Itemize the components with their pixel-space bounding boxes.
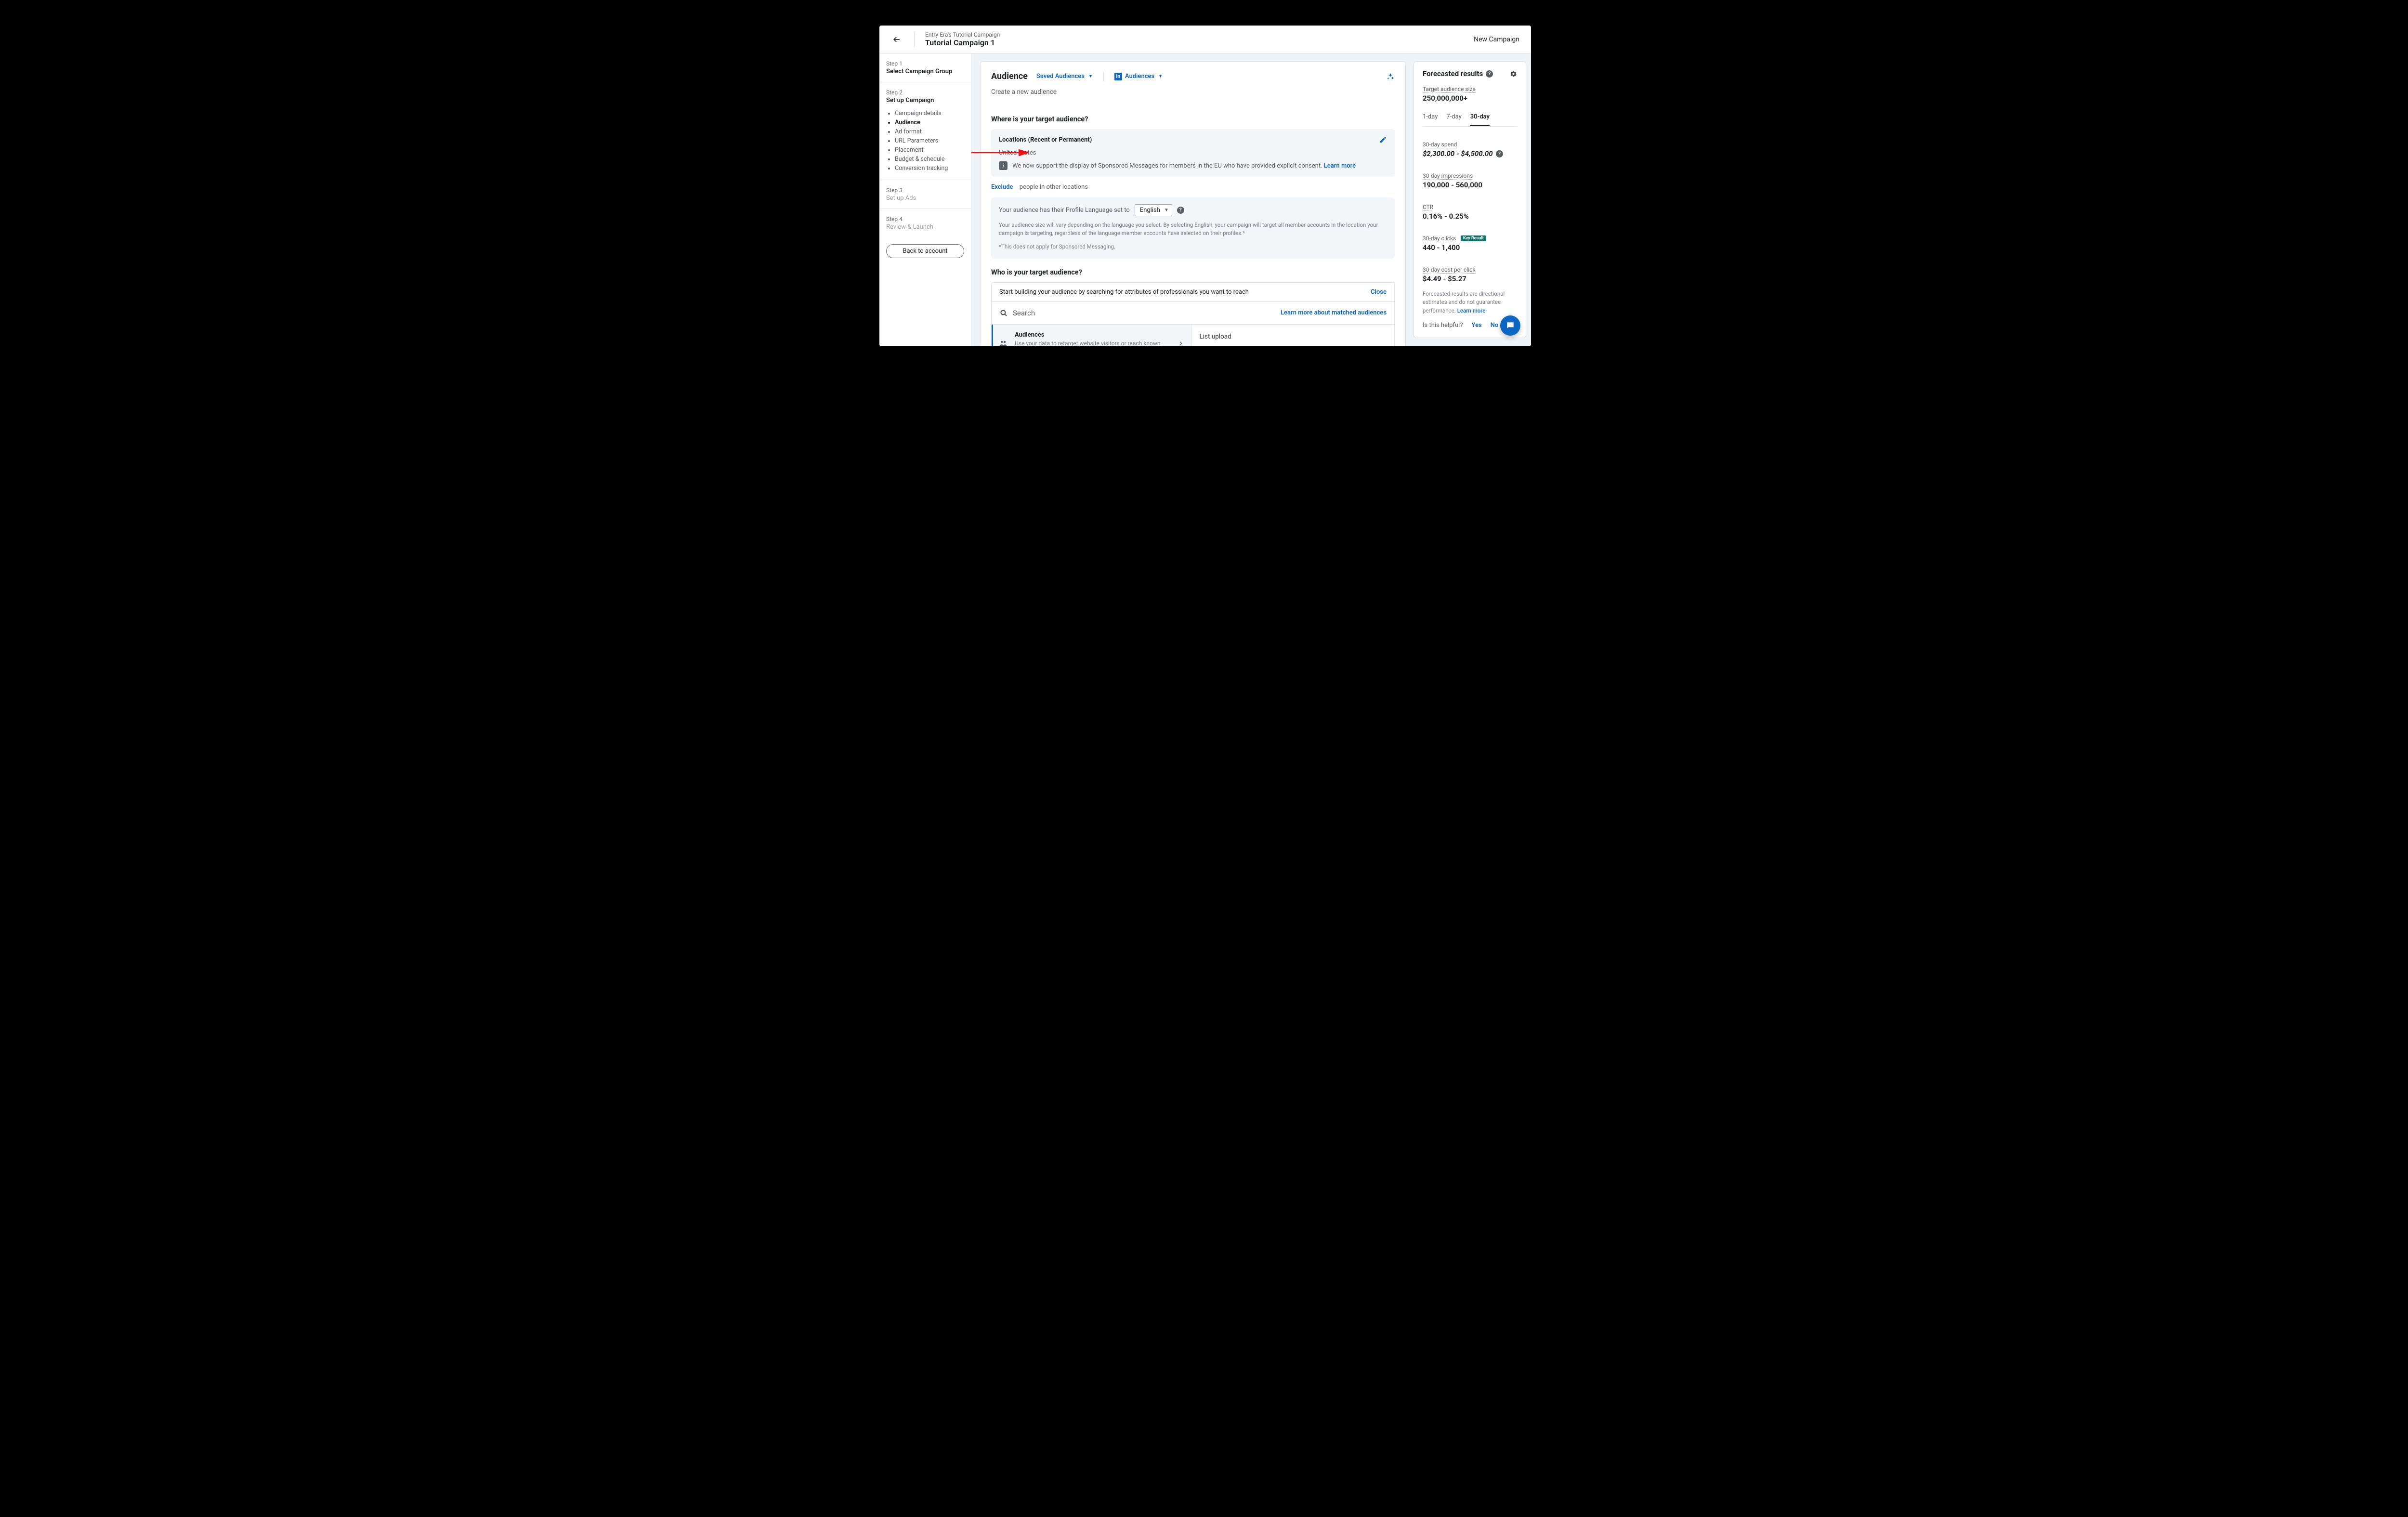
tab-7-day[interactable]: 7-day	[1446, 110, 1461, 126]
step-title: Set up Campaign	[886, 97, 964, 104]
page-title: Tutorial Campaign 1	[925, 38, 1000, 47]
gear-icon[interactable]	[1510, 70, 1517, 78]
impressions-label: 30-day impressions	[1423, 172, 1473, 180]
search-placeholder: Search	[1013, 309, 1035, 317]
helpful-yes[interactable]: Yes	[1471, 322, 1481, 329]
selector-audiences[interactable]: Audiences Use your data to retarget webs…	[992, 325, 1191, 346]
sidebar-step-2: Step 2 Set up Campaign Campaign details …	[879, 82, 971, 180]
step-label: Step 3	[886, 187, 964, 194]
step-label: Step 4	[886, 216, 964, 222]
who-lead-text: Start building your audience by searchin…	[999, 288, 1249, 296]
spend-value: $2,300.00 - $4,500.00 ?	[1423, 149, 1517, 158]
sparkle-icon[interactable]	[1386, 72, 1395, 81]
breadcrumb-campaign-group: Entry Era's Tutorial Campaign	[925, 31, 1000, 38]
tab-30-day[interactable]: 30-day	[1470, 110, 1490, 126]
header-divider	[914, 32, 915, 47]
locations-info-text: We now support the display of Sponsored …	[1012, 162, 1356, 170]
sidebar-item-audience[interactable]: Audience	[895, 118, 964, 127]
divider	[1103, 72, 1104, 81]
chevron-down-icon: ▼	[1164, 208, 1169, 213]
forecast-panel: Forecasted results ? Target audience siz…	[1413, 61, 1526, 346]
main-content: Audience Saved Audiences▼ in Audiences▼	[971, 53, 1413, 346]
clicks-label: 30-day clicks	[1423, 235, 1456, 242]
impressions-value: 190,000 - 560,000	[1423, 181, 1517, 189]
step-title: Review & Launch	[886, 223, 964, 231]
sidebar-item-conversion-tracking[interactable]: Conversion tracking	[895, 164, 964, 173]
back-to-account-button[interactable]: Back to account	[886, 244, 964, 258]
sidebar-step-1[interactable]: Step 1 Select Campaign Group	[879, 53, 971, 82]
chevron-down-icon: ▼	[1158, 74, 1163, 79]
step-label: Step 1	[886, 60, 964, 67]
locations-label: Locations (Recent or Permanent)	[999, 136, 1092, 144]
spend-label: 30-day spend	[1423, 141, 1457, 148]
forecast-footnote: Forecasted results are directional estim…	[1423, 290, 1517, 315]
cpc-value: $4.49 - $5.27	[1423, 275, 1517, 283]
sidebar: Step 1 Select Campaign Group Step 2 Set …	[879, 53, 971, 346]
sidebar-item-campaign-details[interactable]: Campaign details	[895, 109, 964, 118]
chevron-right-icon	[1178, 340, 1183, 346]
sidebar-step-4[interactable]: Step 4 Review & Launch	[879, 209, 971, 237]
language-note-1: Your audience size will vary depending o…	[999, 221, 1387, 238]
step-title: Set up Ads	[886, 195, 964, 202]
locations-box: Locations (Recent or Permanent) United S…	[991, 129, 1395, 177]
search-input[interactable]: Search	[999, 309, 1035, 317]
key-result-badge: Key Result	[1461, 235, 1486, 241]
people-icon	[998, 339, 1008, 346]
target-audience-label: Target audience size	[1423, 86, 1476, 93]
header: Entry Era's Tutorial Campaign Tutorial C…	[879, 26, 1531, 53]
audience-card: Audience Saved Audiences▼ in Audiences▼	[980, 61, 1406, 346]
option-list-upload[interactable]: List upload	[1199, 330, 1387, 343]
cpc-label: 30-day cost per click	[1423, 266, 1476, 274]
language-select[interactable]: English ▼	[1135, 204, 1172, 216]
who-section-title: Who is your target audience?	[991, 268, 1395, 276]
chat-fab[interactable]	[1500, 315, 1520, 336]
info-icon: i	[999, 161, 1008, 170]
language-note-2: *This does not apply for Sponsored Messa…	[999, 243, 1387, 251]
linkedin-icon: in	[1114, 73, 1122, 80]
language-lead-text: Your audience has their Profile Language…	[999, 207, 1130, 214]
forecast-title: Forecasted results	[1423, 69, 1483, 78]
header-action-new-campaign[interactable]: New Campaign	[1474, 36, 1519, 43]
locations-value: United States	[999, 149, 1387, 157]
matched-audiences-link[interactable]: Learn more about matched audiences	[1281, 309, 1387, 316]
chevron-down-icon: ▼	[1088, 74, 1093, 79]
selector-title: Audiences	[1015, 331, 1172, 339]
who-box: Start building your audience by searchin…	[991, 282, 1395, 346]
sidebar-item-url-parameters[interactable]: URL Parameters	[895, 136, 964, 145]
saved-audiences-dropdown[interactable]: Saved Audiences▼	[1036, 73, 1093, 80]
create-new-audience-link[interactable]: Create a new audience	[991, 88, 1395, 96]
target-audience-value: 250,000,000+	[1423, 94, 1517, 103]
step-label: Step 2	[886, 89, 964, 96]
forecast-tabs: 1-day 7-day 30-day	[1423, 110, 1517, 127]
section-title-audience: Audience	[991, 71, 1028, 81]
exclude-rest-text: people in other locations	[1020, 183, 1088, 191]
learn-more-link[interactable]: Learn more	[1324, 162, 1356, 170]
back-arrow-button[interactable]	[891, 34, 903, 45]
tab-1-day[interactable]: 1-day	[1423, 110, 1438, 126]
sidebar-step-3[interactable]: Step 3 Set up Ads	[879, 180, 971, 209]
learn-more-link[interactable]: Learn more	[1457, 307, 1486, 314]
helpful-question: Is this helpful?	[1423, 322, 1463, 329]
clicks-value: 440 - 1,400	[1423, 243, 1517, 252]
step-title: Select Campaign Group	[886, 68, 964, 75]
help-icon[interactable]: ?	[1486, 70, 1493, 78]
helpful-no[interactable]: No	[1491, 322, 1499, 329]
language-box: Your audience has their Profile Language…	[991, 197, 1395, 259]
help-icon[interactable]: ?	[1177, 207, 1184, 214]
close-link[interactable]: Close	[1371, 288, 1387, 296]
sidebar-item-ad-format[interactable]: Ad format	[895, 127, 964, 136]
selector-desc: Use your data to retarget website visito…	[1015, 340, 1172, 346]
audiences-dropdown[interactable]: in Audiences▼	[1114, 73, 1163, 80]
help-icon[interactable]: ?	[1496, 150, 1503, 157]
ctr-label: CTR	[1423, 204, 1433, 211]
sidebar-item-placement[interactable]: Placement	[895, 145, 964, 155]
sidebar-item-budget-schedule[interactable]: Budget & schedule	[895, 155, 964, 164]
edit-locations-button[interactable]	[1379, 136, 1387, 144]
search-icon	[999, 309, 1008, 317]
where-section-title: Where is your target audience?	[991, 115, 1395, 123]
exclude-link[interactable]: Exclude	[991, 183, 1013, 191]
ctr-value: 0.16% - 0.25%	[1423, 212, 1517, 221]
